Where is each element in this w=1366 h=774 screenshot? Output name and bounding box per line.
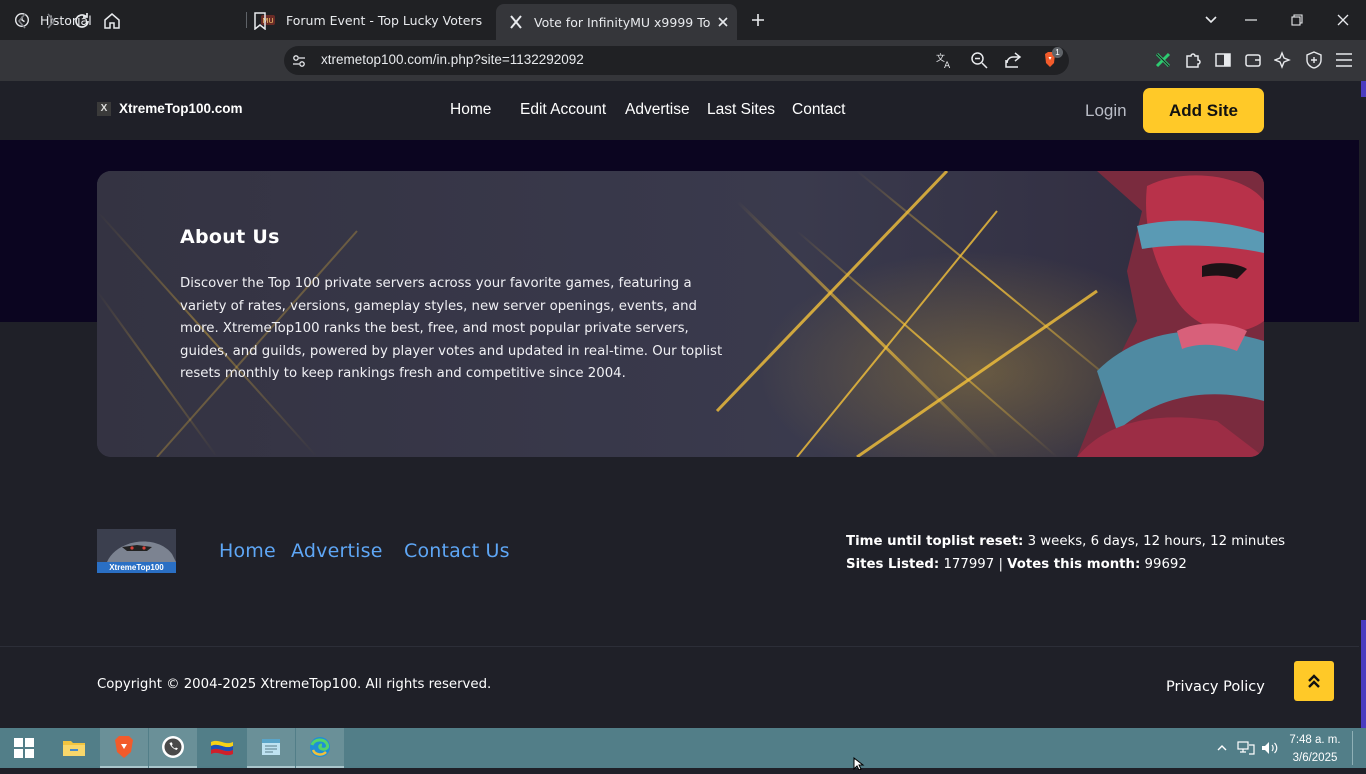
footer-link-home[interactable]: Home <box>219 540 276 562</box>
privacy-policy-link[interactable]: Privacy Policy <box>1166 679 1265 695</box>
tab-forum-event[interactable]: MU Forum Event - Top Lucky Voters of Ju <box>260 0 482 40</box>
footer-logo-art <box>97 529 176 562</box>
extension-icon[interactable] <box>1154 51 1172 73</box>
windows-logo-icon <box>14 738 34 758</box>
footer-logo[interactable]: XtremeTop100 <box>97 529 176 573</box>
translate-icon[interactable]: 文A <box>935 51 953 73</box>
about-title: About Us <box>180 226 280 248</box>
zoom-icon[interactable] <box>970 51 988 73</box>
volume-icon[interactable] <box>1260 738 1280 758</box>
bookmark-icon <box>254 12 266 30</box>
toplist-stats: Time until toplist reset: 3 weeks, 6 day… <box>846 530 1285 576</box>
reload-icon <box>75 13 89 28</box>
double-chevron-up-icon <box>1308 674 1320 688</box>
reset-label: Time until toplist reset: <box>846 534 1024 549</box>
network-icon[interactable] <box>1236 738 1256 758</box>
scrollbar-thumb[interactable] <box>1361 620 1366 728</box>
tab-title: Vote for InfinityMU x9999 Top S3 <box>534 14 710 30</box>
brave-lion-icon <box>115 736 133 758</box>
add-site-button[interactable]: Add Site <box>1143 88 1264 133</box>
clock-time: 7:48 a. m. <box>1289 734 1341 746</box>
start-button[interactable] <box>0 728 48 768</box>
folder-icon <box>63 741 85 756</box>
clock-date: 3/6/2025 <box>1292 752 1338 764</box>
leo-ai-icon[interactable] <box>1273 51 1292 73</box>
reset-value: 3 weeks, 6 days, 12 hours, 12 minutes <box>1027 534 1286 549</box>
close-icon <box>1337 14 1349 26</box>
votes-label: Votes this month: <box>1007 557 1141 572</box>
footer-link-advertise[interactable]: Advertise <box>291 540 383 562</box>
address-text[interactable]: xtremetop100.com/in.php?site=1132292092 <box>321 52 584 67</box>
votes-value: 99692 <box>1144 557 1187 572</box>
close-tab-icon[interactable] <box>718 17 728 27</box>
puzzle-icon[interactable] <box>1184 51 1202 73</box>
bookmark-button[interactable] <box>247 8 273 34</box>
nav-edit-account[interactable]: Edit Account <box>520 101 606 119</box>
vpn-shield-icon[interactable] <box>1305 51 1323 73</box>
copyright-text: Copyright © 2004-2025 XtremeTop100. All … <box>97 677 492 692</box>
sidebar-icon[interactable] <box>1214 51 1232 73</box>
footer-logo-label: XtremeTop100 <box>97 562 176 573</box>
stats-separator: | <box>998 557 1003 572</box>
new-tab-button[interactable] <box>735 0 781 40</box>
arrow-right-icon <box>47 13 56 29</box>
brand-name: XtremeTop100.com <box>119 101 243 116</box>
forward-button[interactable] <box>38 8 64 34</box>
about-text: Discover the Top 100 private servers acr… <box>180 276 723 381</box>
xtremetop-favicon-icon <box>508 14 524 30</box>
home-button[interactable] <box>99 8 125 34</box>
plus-icon <box>752 14 764 26</box>
notepad-icon <box>262 739 280 755</box>
mouse-cursor-icon <box>853 755 865 774</box>
nav-contact[interactable]: Contact <box>792 101 845 119</box>
edge-icon <box>310 737 330 757</box>
nav-home[interactable]: Home <box>450 101 491 119</box>
reset-row: Time until toplist reset: 3 weeks, 6 day… <box>846 530 1285 553</box>
show-desktop-button[interactable] <box>1352 731 1353 765</box>
about-card: About Us Discover the Top 100 private se… <box>97 171 1264 457</box>
arrow-left-icon <box>17 13 26 29</box>
restore-button[interactable] <box>1274 0 1320 40</box>
back-button[interactable] <box>9 8 35 34</box>
taskbar-brave[interactable] <box>100 728 148 768</box>
tab-title: Forum Event - Top Lucky Voters of Ju <box>286 12 482 28</box>
close-window-button[interactable] <box>1320 0 1366 40</box>
taskbar-whatsapp[interactable] <box>149 728 197 768</box>
minimize-icon <box>1245 19 1257 21</box>
wallet-icon[interactable] <box>1244 51 1262 73</box>
brand-logo-icon: X <box>97 101 111 116</box>
minimize-button[interactable] <box>1228 0 1274 40</box>
sites-label: Sites Listed: <box>846 557 940 572</box>
shields-badge: 1 <box>1052 47 1063 58</box>
menu-icon[interactable] <box>1335 52 1353 72</box>
site-brand[interactable]: X XtremeTop100.com <box>97 101 243 116</box>
home-icon <box>104 13 120 29</box>
back-to-top-button[interactable] <box>1294 661 1334 701</box>
nav-advertise[interactable]: Advertise <box>625 101 690 119</box>
share-icon[interactable] <box>1004 51 1022 73</box>
tray-overflow-icon[interactable] <box>1212 738 1232 758</box>
svg-text:A: A <box>944 61 951 69</box>
taskbar-file-explorer[interactable] <box>50 728 98 768</box>
footer-link-contact-us[interactable]: Contact Us <box>404 540 510 562</box>
chevron-down-icon <box>1205 16 1217 24</box>
scrollbar-top-marker <box>1361 81 1366 97</box>
login-link[interactable]: Login <box>1085 101 1127 121</box>
tab-vote-infinitymu[interactable]: Vote for InfinityMU x9999 Top S3 <box>496 4 737 40</box>
whatsapp-icon <box>162 736 184 758</box>
sites-value: 177997 <box>943 557 995 572</box>
counts-row: Sites Listed: 177997 | Votes this month:… <box>846 553 1285 576</box>
restore-icon <box>1291 14 1303 26</box>
taskbar-edge[interactable] <box>296 728 344 768</box>
taskbar-venezuela-app[interactable] <box>198 728 246 768</box>
taskbar-clock[interactable]: 7:48 a. m. 3/6/2025 <box>1284 731 1346 767</box>
reload-button[interactable] <box>69 8 95 34</box>
site-info-icon[interactable] <box>292 53 306 72</box>
taskbar-notepad[interactable] <box>247 728 295 768</box>
brave-shields-icon[interactable]: 1 <box>1039 47 1063 75</box>
nav-last-sites[interactable]: Last Sites <box>707 101 775 119</box>
flag-icon <box>211 740 233 756</box>
